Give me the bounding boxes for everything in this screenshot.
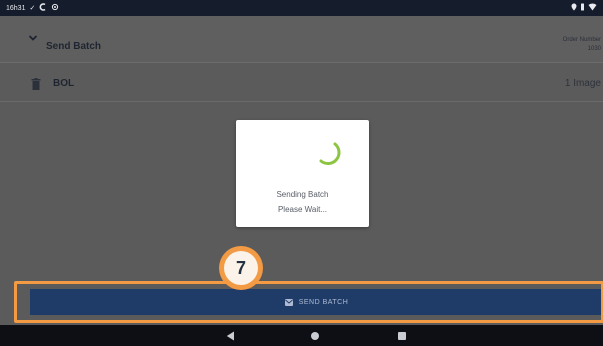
document-row-bol[interactable]: BOL 1 Image [0,64,603,102]
document-label: BOL [53,78,75,89]
chevron-down-icon[interactable] [28,32,40,44]
images-count: 1 Image [564,78,601,89]
settings-icon [51,3,59,13]
order-number-label: Order Number [562,37,601,43]
location-icon [571,3,577,13]
c-icon [39,3,47,13]
status-bar: 16h31 ✓ [0,0,603,16]
status-right [571,3,597,13]
trash-icon[interactable] [31,77,41,90]
page-title: Send Batch [46,41,102,52]
recent-apps-icon[interactable] [398,332,406,340]
navigation-bar [0,325,603,346]
status-left: 16h31 ✓ [6,3,59,13]
status-time: 16h31 [6,4,26,12]
screen: 16h31 ✓ Send Batch Order Number 1030 BOL… [0,0,603,346]
highlight-box [14,281,603,323]
back-icon[interactable] [226,331,235,341]
dialog-message-subtitle: Please Wait... [277,205,328,214]
vibrate-icon [580,3,585,13]
wifi-icon [588,3,597,13]
check-icon: ✓ [29,4,36,12]
step-number: 7 [224,251,258,285]
order-number-value: 1030 [587,46,601,52]
dialog-message-title: Sending Batch [276,190,329,199]
spinner-icon [319,142,341,165]
send-batch-header[interactable]: Send Batch Order Number 1030 [0,16,603,63]
home-icon[interactable] [311,332,319,340]
